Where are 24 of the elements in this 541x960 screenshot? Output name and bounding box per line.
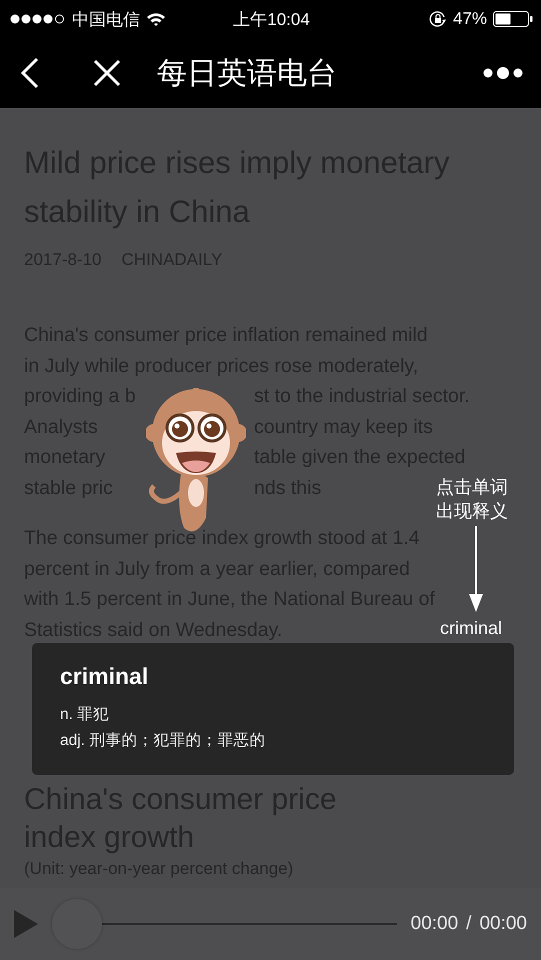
more-button[interactable] xyxy=(483,66,523,80)
definition-word: criminal xyxy=(60,663,150,690)
time-separator: / xyxy=(466,913,472,935)
battery-percent: 47% xyxy=(452,9,488,29)
close-icon xyxy=(93,59,121,87)
signal-icon xyxy=(10,14,66,24)
slider-thumb[interactable] xyxy=(52,899,102,949)
clock-time: 上午10:04 xyxy=(233,10,310,28)
definition-text: adj. 刑事的；犯罪的；罪恶的 xyxy=(60,731,266,751)
carrier-name: 中国电信 xyxy=(72,8,140,30)
more-icon xyxy=(483,66,523,80)
battery-icon xyxy=(493,10,534,28)
wifi-icon xyxy=(146,12,166,26)
total-time: 00:00 xyxy=(479,913,527,935)
definition-text: n. 罪犯 xyxy=(60,705,110,725)
hint-text: 点击单词 出现释义 xyxy=(436,476,508,523)
progress-slider[interactable] xyxy=(52,899,397,949)
rotation-lock-icon xyxy=(428,10,447,28)
close-button[interactable] xyxy=(92,58,122,88)
current-time: 00:00 xyxy=(410,913,458,935)
back-icon xyxy=(20,57,40,89)
page-title: 每日英语电台 xyxy=(157,56,338,92)
play-icon xyxy=(14,910,38,938)
hint-word: criminal xyxy=(440,618,502,639)
